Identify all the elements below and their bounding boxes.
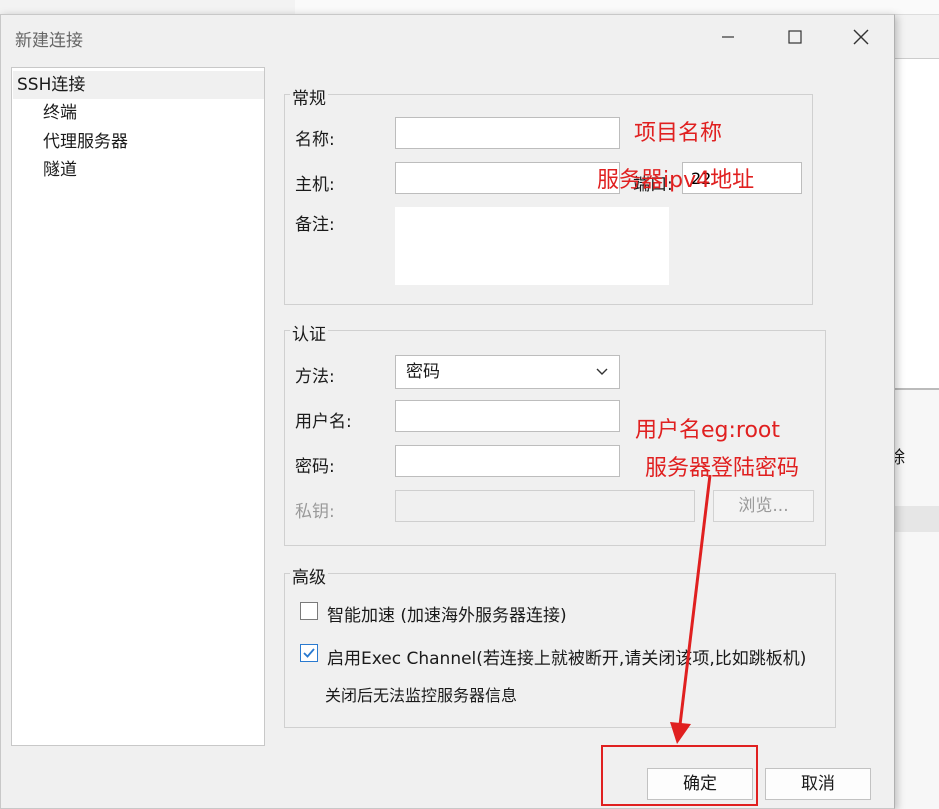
host-label: 主机:: [295, 175, 335, 195]
method-selected-value: 密码: [406, 362, 440, 382]
category-tree: SSH连接 终端 代理服务器 隧道: [11, 67, 265, 746]
dialog-title: 新建连接: [15, 31, 83, 51]
close-icon: [853, 29, 869, 45]
notes-label: 备注:: [295, 215, 335, 235]
cancel-button[interactable]: 取消: [765, 768, 871, 800]
name-label: 名称:: [295, 130, 335, 150]
annotation-ok-highlight-box: [601, 745, 758, 806]
host-input[interactable]: [395, 162, 620, 194]
checkmark-icon: [303, 648, 315, 658]
tree-item-tunnel[interactable]: 隧道: [43, 156, 77, 184]
maximize-button[interactable]: [772, 21, 818, 53]
notes-textarea[interactable]: [395, 207, 669, 285]
tree-item-proxy[interactable]: 代理服务器: [43, 128, 128, 156]
general-legend: 常规: [290, 84, 328, 109]
background-selected-row: [893, 506, 939, 532]
username-label: 用户名:: [295, 412, 352, 432]
exec-channel-note: 关闭后无法监控服务器信息: [325, 686, 518, 705]
method-select[interactable]: 密码: [395, 355, 620, 389]
name-input[interactable]: [395, 117, 620, 149]
password-input[interactable]: [395, 445, 620, 477]
maximize-icon: [788, 30, 802, 44]
browse-button[interactable]: 浏览...: [713, 490, 814, 522]
tree-item-ssh[interactable]: SSH连接: [13, 71, 264, 99]
advanced-legend: 高级: [290, 563, 328, 588]
smart-accel-label: 智能加速 (加速海外服务器连接): [327, 606, 567, 626]
exec-channel-checkbox[interactable]: [300, 644, 318, 662]
background-panel: [893, 58, 939, 389]
chevron-down-icon: [595, 356, 609, 399]
exec-channel-label: 启用Exec Channel(若连接上就被断开,请关闭该项,比如跳板机): [327, 649, 807, 669]
smart-accel-checkbox[interactable]: [300, 602, 318, 620]
annotation-host-hint: 服务器ipv4地址: [597, 168, 755, 193]
minimize-button[interactable]: [705, 21, 751, 53]
auth-legend: 认证: [290, 320, 328, 345]
background-toolbar: [295, 0, 939, 15]
title-bar: 新建连接: [1, 15, 894, 59]
private-key-label: 私钥:: [295, 502, 335, 522]
method-label: 方法:: [295, 367, 335, 387]
annotation-name-hint: 项目名称: [634, 121, 723, 146]
password-label: 密码:: [295, 457, 335, 477]
username-input[interactable]: [395, 400, 620, 432]
close-button[interactable]: [838, 21, 884, 53]
minimize-icon: [722, 36, 734, 38]
annotation-password-hint: 服务器登陆密码: [645, 456, 800, 481]
tree-item-terminal[interactable]: 终端: [43, 99, 77, 127]
private-key-input[interactable]: [395, 490, 695, 522]
annotation-user-hint: 用户名eg:root: [635, 418, 781, 443]
